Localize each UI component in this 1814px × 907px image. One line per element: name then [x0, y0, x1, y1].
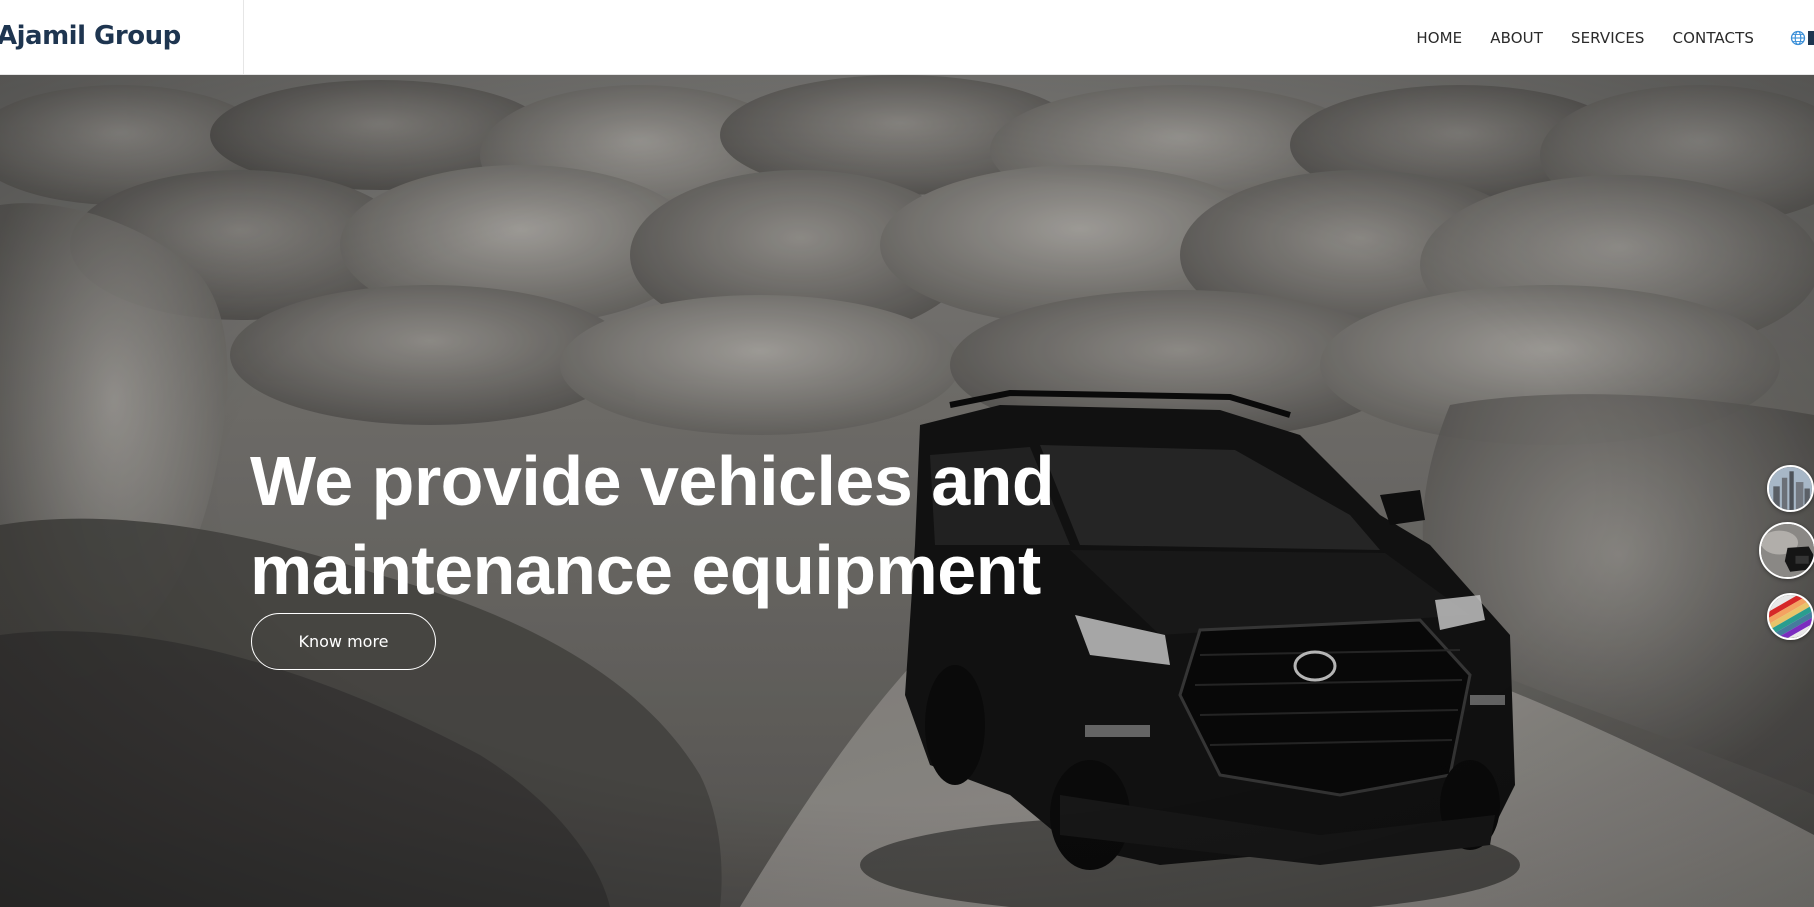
nav-contacts-link[interactable]: CONTACTS: [1659, 29, 1768, 47]
city-skyline-thumbnail[interactable]: [1767, 465, 1814, 512]
language-switcher[interactable]: [1790, 30, 1814, 46]
language-code-fragment: [1808, 30, 1814, 45]
main-nav: HOME ABOUT SERVICES CONTACTS: [1416, 0, 1814, 75]
hero-title-line-1: We provide vehicles and: [250, 442, 1055, 520]
hero-section: We provide vehicles and maintenance equi…: [0, 75, 1814, 907]
logo[interactable]: Ajamil Group: [0, 21, 181, 51]
nav-home-link[interactable]: HOME: [1416, 29, 1476, 47]
globe-icon: [1790, 30, 1806, 45]
suv-thumbnail[interactable]: [1759, 522, 1814, 579]
color-swatches-thumbnail[interactable]: [1767, 593, 1814, 640]
site-header: Ajamil Group HOME ABOUT SERVICES CONTACT…: [0, 0, 1814, 75]
hero-title-line-2: maintenance equipment: [250, 531, 1041, 609]
nav-services-link[interactable]: SERVICES: [1557, 29, 1659, 47]
header-divider: [243, 0, 244, 75]
nav-about-link[interactable]: ABOUT: [1476, 29, 1557, 47]
hero-title: We provide vehicles and maintenance equi…: [250, 437, 1090, 615]
know-more-button[interactable]: Know more: [251, 613, 436, 670]
